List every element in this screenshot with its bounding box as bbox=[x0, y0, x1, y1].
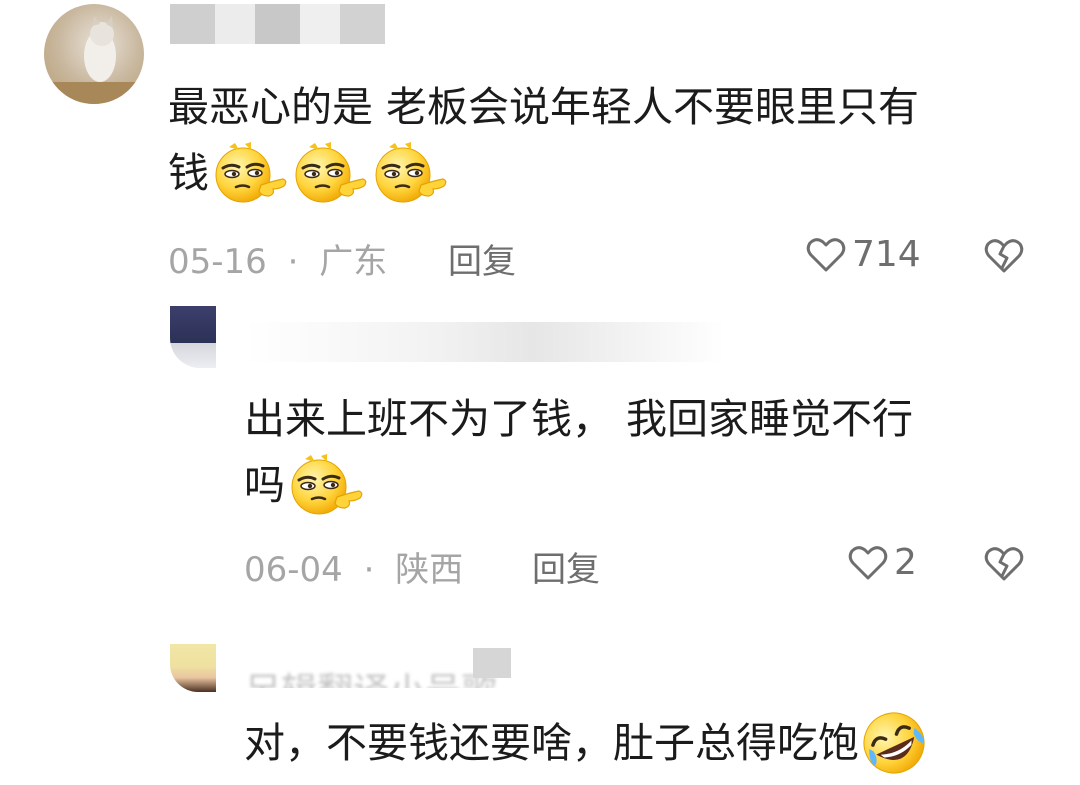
redaction-block bbox=[473, 648, 511, 678]
heart-icon bbox=[806, 237, 846, 271]
avatar[interactable] bbox=[44, 4, 144, 104]
comment-text-line: 吗 bbox=[244, 452, 913, 518]
meta-separator: · bbox=[287, 242, 299, 282]
comment-text-line: 最恶心的是 老板会说年轻人不要眼里只有 bbox=[168, 83, 920, 131]
like-button[interactable]: 2 bbox=[848, 542, 917, 583]
avatar[interactable] bbox=[170, 306, 216, 368]
username-redacted[interactable] bbox=[170, 4, 390, 44]
reply-button[interactable]: 回复 bbox=[448, 234, 516, 283]
redaction-block bbox=[300, 4, 340, 44]
like-count: 714 bbox=[852, 234, 921, 275]
smirk-emoji bbox=[369, 141, 449, 205]
meta-separator: · bbox=[363, 550, 375, 590]
broken-heart-icon[interactable] bbox=[984, 546, 1024, 582]
heart-icon bbox=[848, 545, 888, 579]
smirk-emoji bbox=[289, 141, 369, 205]
comment-text-line: 对，不要钱还要啥，肚子总得吃饱 bbox=[244, 719, 859, 767]
smirk-emoji bbox=[285, 453, 365, 517]
comment-meta: 05-16 · 广东 bbox=[168, 234, 387, 283]
comment-text-line: 钱 bbox=[168, 140, 919, 206]
rofl-emoji bbox=[859, 708, 929, 778]
comment-date: 05-16 bbox=[168, 242, 267, 282]
redaction-block bbox=[245, 322, 725, 362]
comment-region: 陕西 bbox=[395, 550, 464, 590]
redaction-block bbox=[170, 4, 215, 44]
comment-text-fragment: 吗 bbox=[244, 461, 285, 509]
redaction-block bbox=[255, 4, 300, 44]
comment-text: 最恶心的是 老板会说年轻人不要眼里只有 钱 bbox=[168, 74, 919, 206]
avatar[interactable] bbox=[170, 644, 216, 692]
username-redacted[interactable] bbox=[245, 322, 725, 362]
like-count: 2 bbox=[894, 542, 917, 583]
smirk-emoji bbox=[209, 141, 289, 205]
comment-meta: 06-04 · 陕西 bbox=[244, 542, 463, 591]
reply-button[interactable]: 回复 bbox=[532, 542, 600, 591]
username-redacted[interactable]: 另辑翻译小号歌 bbox=[245, 648, 545, 688]
comment-text: 对，不要钱还要啥，肚子总得吃饱 bbox=[244, 708, 929, 778]
like-button[interactable]: 714 bbox=[806, 234, 921, 275]
comment-text-fragment: 钱 bbox=[168, 149, 209, 197]
cat-avatar-image bbox=[44, 16, 144, 104]
comment-region: 广东 bbox=[319, 242, 388, 282]
comment-text-line: 出来上班不为了钱， 我回家睡觉不行 bbox=[244, 395, 914, 443]
redaction-block bbox=[215, 4, 255, 44]
broken-heart-icon[interactable] bbox=[984, 238, 1024, 274]
redaction-block bbox=[340, 4, 385, 44]
comment-date: 06-04 bbox=[244, 550, 343, 590]
comment-text: 出来上班不为了钱， 我回家睡觉不行 吗 bbox=[244, 386, 913, 518]
